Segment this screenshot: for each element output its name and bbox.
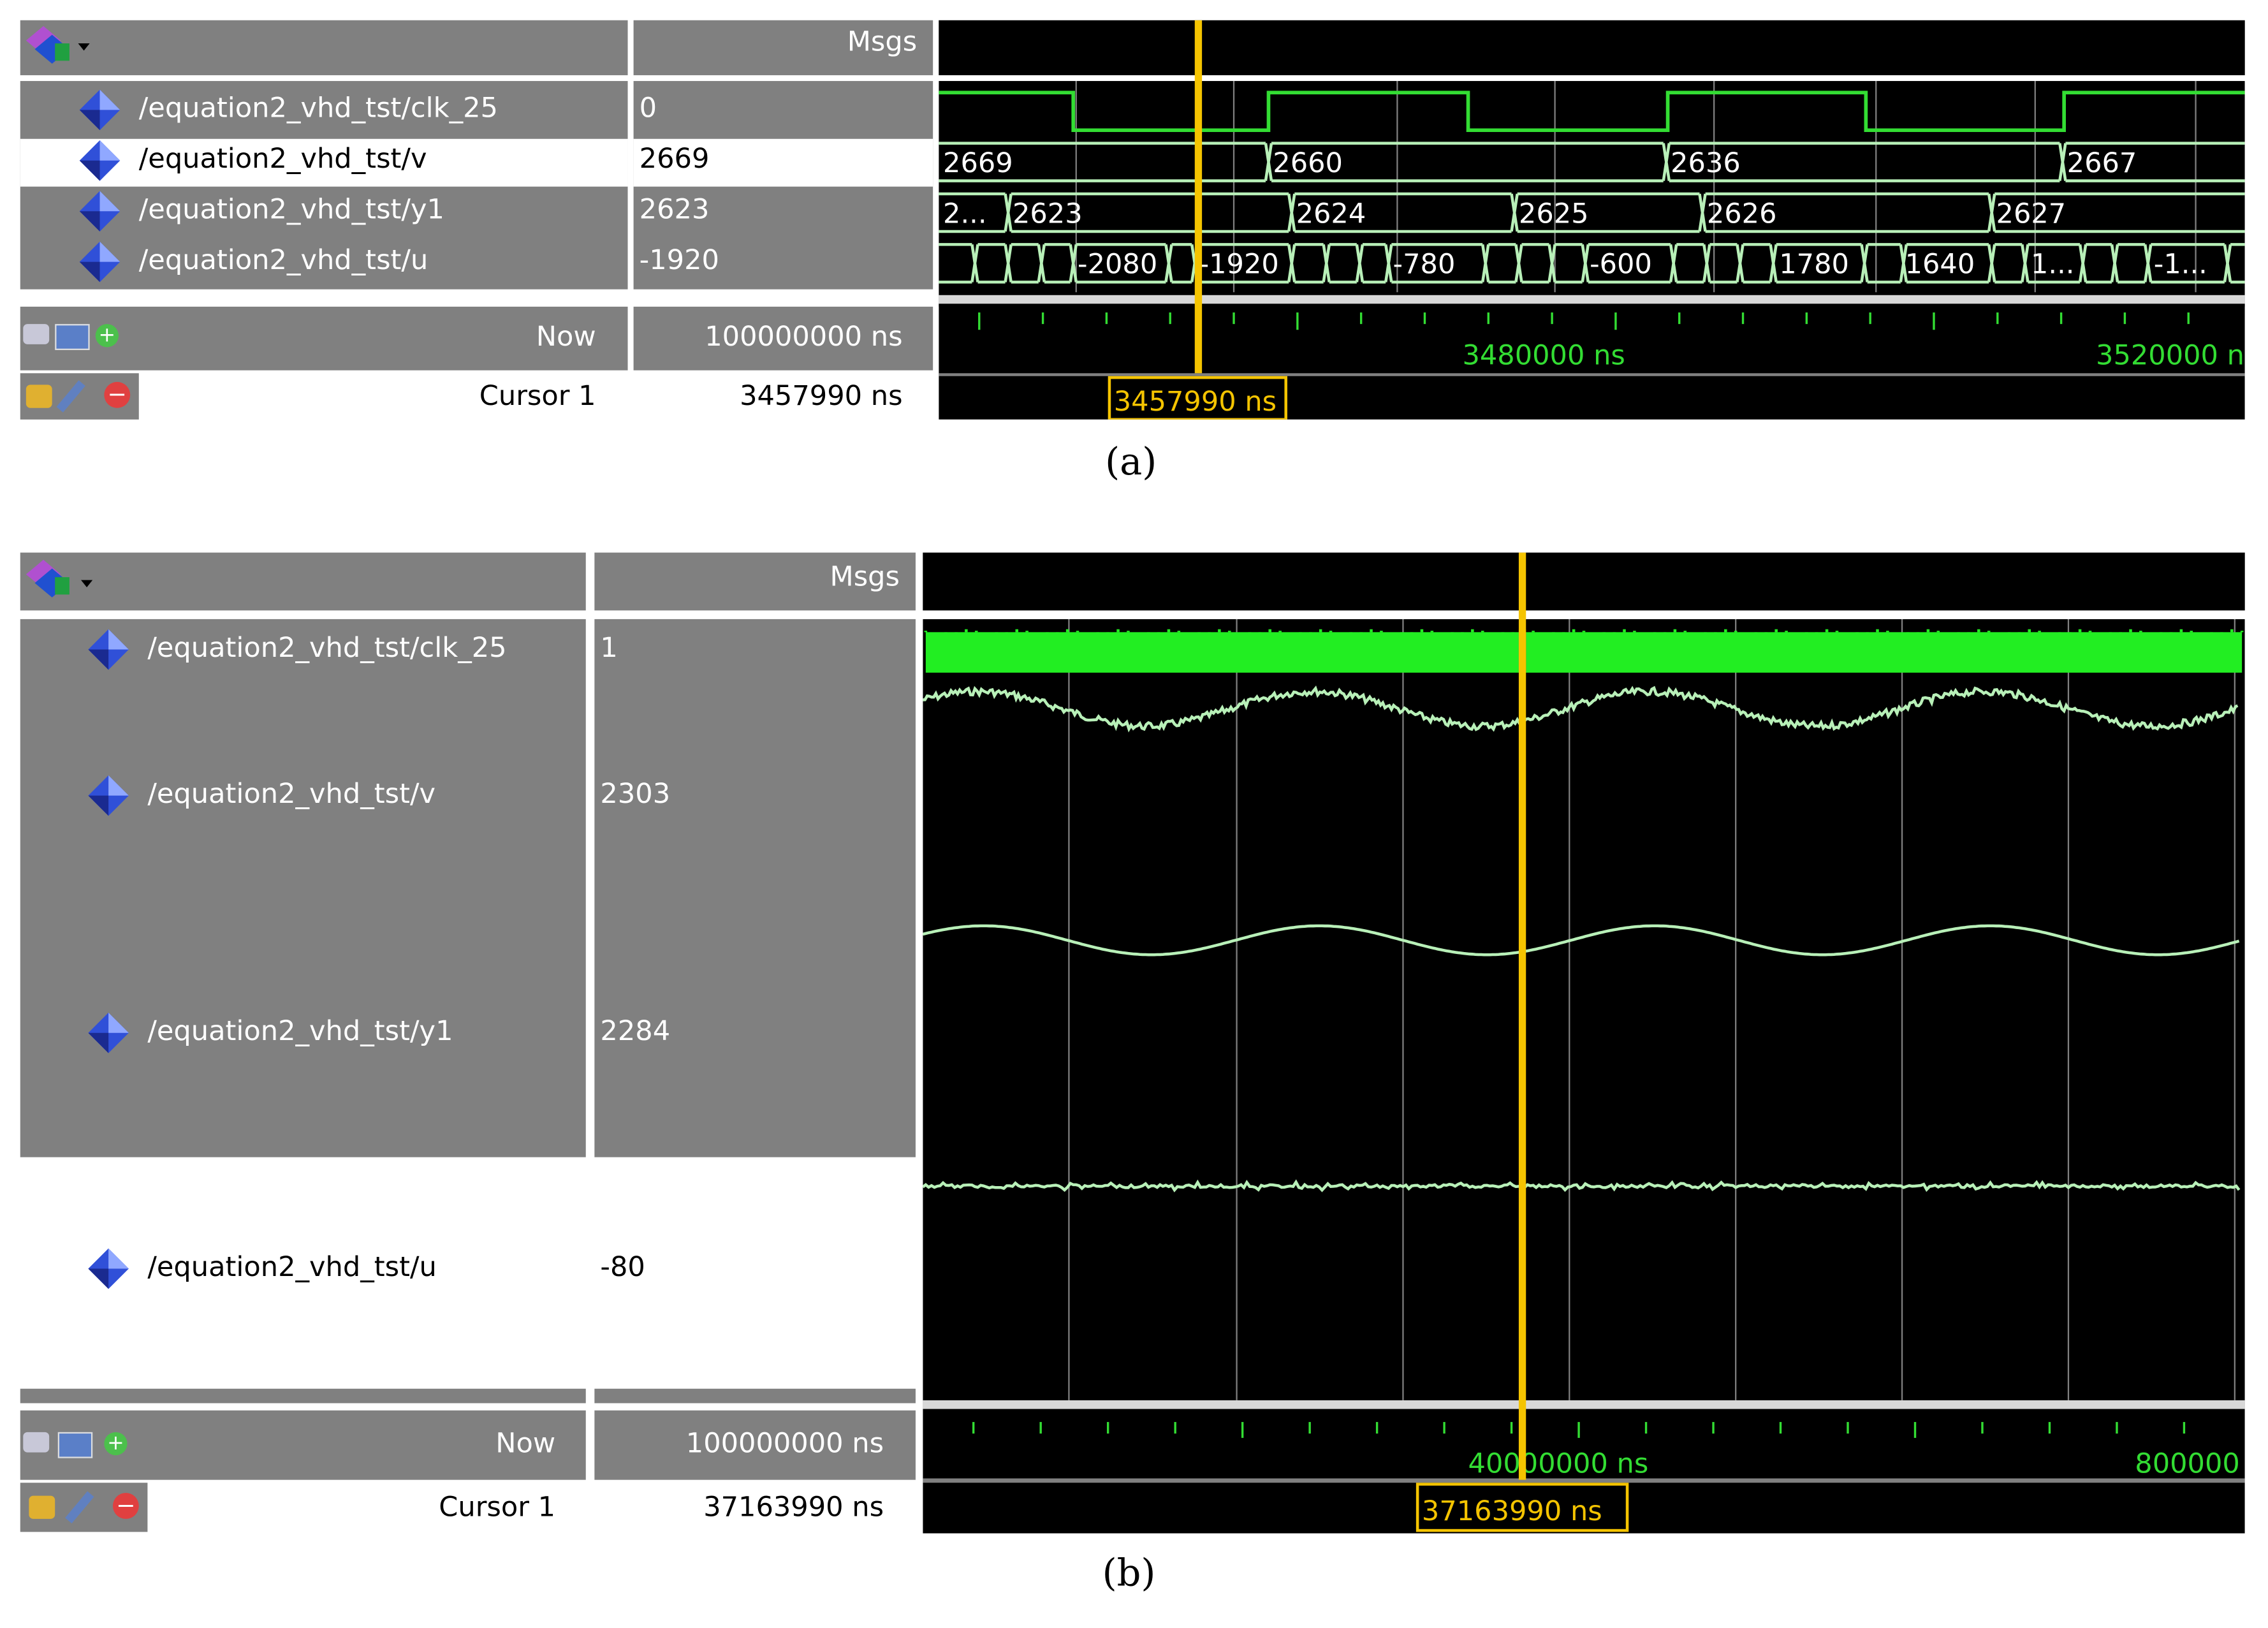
v-bus-value-label: 2636 — [1671, 147, 1741, 179]
remove-icon[interactable]: − — [112, 1493, 139, 1519]
msgs-label: Msgs — [847, 26, 918, 58]
wave-background — [923, 619, 2245, 1534]
monitor-icon[interactable] — [55, 324, 90, 350]
now-value: 100000000 ns — [705, 321, 903, 353]
signal-name[interactable]: /equation2_vhd_tst/y1 — [147, 1015, 453, 1047]
u-bus-value-label: -2080 — [1078, 249, 1157, 281]
wave-header — [939, 20, 2245, 75]
now-value: 100000000 ns — [685, 1428, 884, 1460]
zoom-icon[interactable] — [23, 1432, 50, 1453]
timeline-bg — [939, 304, 2245, 307]
waveform-area-b[interactable]: 40000000 ns 800000 37163990 ns — [923, 619, 2245, 1534]
signal-value: 1 — [600, 632, 618, 664]
caption-a: (a) — [1105, 441, 1157, 485]
scrollbar-strip — [594, 1388, 916, 1404]
add-icon[interactable]: + — [104, 1432, 128, 1456]
name-column — [20, 619, 586, 1157]
u-bus-value-label: -600 — [1590, 249, 1652, 281]
signal-diamond-icon — [87, 1247, 130, 1296]
signal-name[interactable]: /equation2_vhd_tst/u — [147, 1251, 437, 1283]
cursor-line — [1194, 81, 1203, 374]
y1-bus-value-label: 2627 — [1996, 198, 2067, 230]
y1-bus-value-label: 2626 — [1707, 198, 1777, 230]
cursor-marker-label: 37163990 ns — [1422, 1495, 1602, 1527]
clk-waveform — [925, 632, 2242, 673]
u-bus-value-label: -780 — [1393, 249, 1456, 281]
signal-diamond-icon — [87, 628, 130, 677]
toolbar-header — [20, 20, 628, 75]
waveform-area-a[interactable]: 2669 2660 2636 2667 2... 2623 2624 2625 2626 2627… — [939, 81, 2245, 420]
signal-name[interactable]: /equation2_vhd_tst/v — [139, 143, 427, 175]
signal-diamond-icon — [78, 189, 121, 238]
wave-header — [923, 552, 2245, 611]
signal-value: 2284 — [600, 1015, 671, 1048]
v-bus-value-label: 2669 — [943, 147, 1013, 179]
u-bus-value-label: -1... — [2154, 249, 2207, 281]
signal-value: 0 — [639, 92, 657, 125]
divider — [923, 1400, 2245, 1409]
wave-toolbar-icon[interactable] — [23, 23, 95, 78]
signal-name[interactable]: /equation2_vhd_tst/clk_25 — [139, 92, 498, 124]
signal-value: 2623 — [639, 193, 710, 226]
u-bus-value-label: 1... — [2031, 249, 2075, 281]
cursor-line-header[interactable] — [1194, 20, 1203, 82]
signal-name[interactable]: /equation2_vhd_tst/v — [147, 778, 435, 810]
add-icon[interactable]: + — [95, 324, 119, 348]
y1-bus-value-label: 2623 — [1013, 198, 1083, 230]
cursor-value: 37163990 ns — [703, 1491, 884, 1523]
timeline-label: 40000000 ns — [1468, 1448, 1649, 1479]
y1-bus-value-label: 2625 — [1519, 198, 1589, 230]
lock-icon[interactable] — [26, 385, 52, 408]
signal-value: 2669 — [639, 143, 710, 175]
zoom-icon[interactable] — [23, 324, 50, 344]
remove-icon[interactable]: − — [104, 381, 131, 408]
cursor-line — [1518, 619, 1526, 1480]
cursor-value: 3457990 ns — [740, 380, 903, 413]
now-label: Now — [495, 1428, 556, 1460]
divider — [939, 295, 2245, 304]
signal-diamond-icon — [78, 88, 121, 137]
signal-value: 2303 — [600, 778, 671, 810]
u-bus-value-label: 1640 — [1905, 249, 1975, 281]
toolbar-header — [20, 552, 586, 611]
signal-name[interactable]: /equation2_vhd_tst/y1 — [139, 194, 444, 226]
timeline-divider — [923, 1478, 2245, 1483]
u-bus-value-label: -1920 — [1199, 249, 1279, 281]
scrollbar-strip — [20, 1388, 586, 1404]
signal-diamond-icon — [78, 139, 121, 188]
cursor-marker-label: 3457990 ns — [1114, 386, 1277, 418]
signal-diamond-icon — [87, 774, 130, 823]
signal-diamond-icon — [87, 1011, 130, 1060]
signal-value: -80 — [600, 1251, 645, 1284]
timeline-label: 3480000 ns — [1462, 340, 1625, 372]
wave-toolbar-icon[interactable] — [23, 557, 101, 612]
lock-icon[interactable] — [29, 1495, 55, 1519]
v-bus-value-label: 2667 — [2067, 147, 2137, 179]
cursor-label: Cursor 1 — [479, 380, 596, 413]
msgs-label: Msgs — [830, 561, 900, 594]
now-label: Now — [536, 321, 596, 353]
monitor-icon[interactable] — [57, 1432, 93, 1458]
signal-name[interactable]: /equation2_vhd_tst/clk_25 — [147, 632, 506, 664]
signal-value: -1920 — [639, 244, 719, 277]
v-bus-value-label: 2660 — [1273, 147, 1343, 179]
cursor-line-header[interactable] — [1518, 552, 1526, 619]
y1-bus-value-label: 2624 — [1296, 198, 1366, 230]
signal-name[interactable]: /equation2_vhd_tst/u — [139, 244, 428, 276]
timeline-divider — [939, 373, 2245, 376]
timeline-label: 3520000 n — [2096, 340, 2244, 372]
y1-bus-value-label: 2... — [943, 198, 987, 230]
value-column — [594, 619, 916, 1157]
u-bus-value-label: 1780 — [1779, 249, 1849, 281]
signal-diamond-icon — [78, 240, 121, 290]
caption-b: (b) — [1102, 1552, 1156, 1596]
timeline-label: 800000 — [2135, 1448, 2240, 1479]
cursor-label: Cursor 1 — [439, 1491, 556, 1523]
